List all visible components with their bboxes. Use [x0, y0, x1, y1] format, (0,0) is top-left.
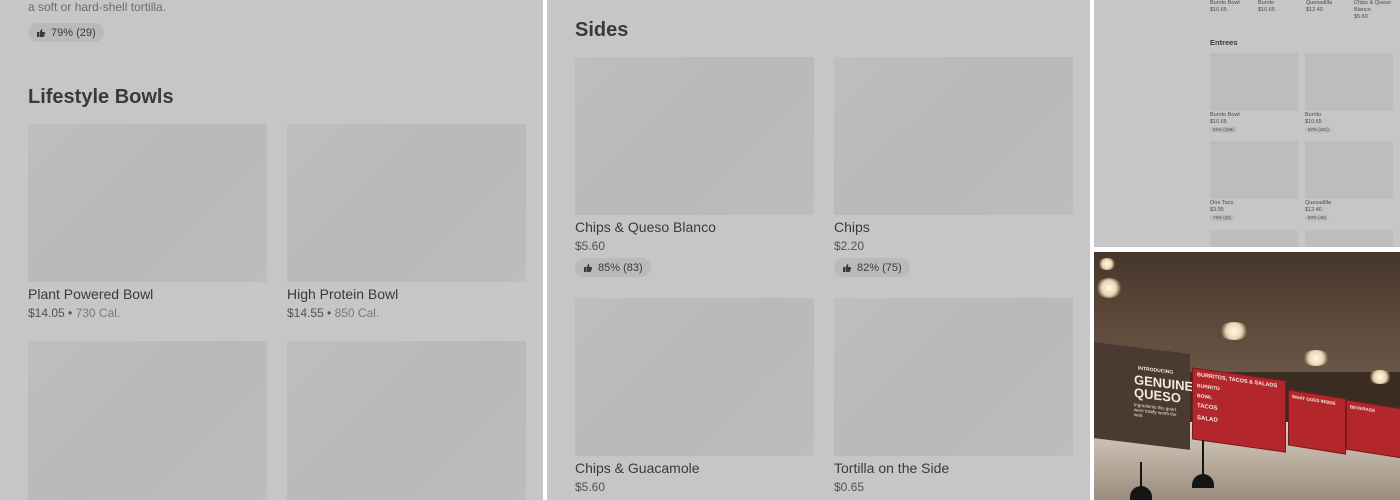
rating-text: 79% (29)	[51, 26, 96, 39]
mini-item-image[interactable]	[1210, 230, 1298, 247]
mini-item[interactable]: Burrito $10.65	[1258, 0, 1275, 14]
item-name[interactable]: Chips	[834, 219, 870, 235]
queso-sign: INTRODUCING GENUINE QUESO Ingredients th…	[1094, 342, 1193, 450]
thumbs-up-icon	[584, 263, 593, 272]
item-price: $0.65	[834, 480, 865, 494]
rating-text: 82% (75)	[857, 261, 902, 274]
section-title: Sides	[575, 19, 629, 41]
item-price: $2.20	[834, 239, 865, 253]
mini-item[interactable]: Burrito Bowl $10.65	[1210, 112, 1240, 126]
item-name[interactable]: Chips & Guacamole	[575, 460, 700, 476]
item-price: $14.55 • 850 Cal.	[287, 306, 380, 320]
mini-item-image[interactable]	[1210, 141, 1298, 199]
thumbs-up-icon	[37, 28, 46, 37]
mini-rating: 73% (22)	[1210, 215, 1235, 221]
item-price: $14.05 • 730 Cal.	[28, 306, 121, 320]
item-price: $5.60	[575, 480, 606, 494]
menu-board-inside: WHAT GOES INSIDE	[1288, 389, 1346, 455]
mini-section-title: Entrees	[1210, 38, 1238, 47]
mini-rating: 82% (169)	[1210, 127, 1237, 133]
item-price: $5.60	[575, 239, 606, 253]
restaurant-photo: INTRODUCING GENUINE QUESO Ingredients th…	[1094, 252, 1400, 500]
item-image[interactable]	[834, 57, 1073, 215]
menu-board-burritos: BURRITOS, TACOS & SALADS BURRITO BOWL TA…	[1192, 367, 1286, 453]
item-name[interactable]: Plant Powered Bowl	[28, 286, 153, 302]
mini-item[interactable]: Chips & Queso Blanco $5.60	[1354, 0, 1394, 21]
rating-badge: 79% (29)	[28, 23, 104, 42]
item-image[interactable]	[575, 57, 814, 215]
mini-item[interactable]: Quesadilla $12.40	[1305, 200, 1331, 214]
item-description: a soft or hard-shell tortilla.	[28, 0, 167, 14]
menu-panel-lifestyle: a soft or hard-shell tortilla. 79% (29) …	[0, 0, 543, 500]
rating-badge: 82% (75)	[834, 258, 910, 277]
pendant-cord	[1140, 462, 1142, 488]
menu-board-beverage: BEVERAGE	[1346, 399, 1400, 459]
item-image[interactable]	[28, 341, 267, 500]
menu-panel-sides: Sides Chips & Queso Blanco $5.60 85% (83…	[547, 0, 1090, 500]
item-image[interactable]	[834, 298, 1073, 456]
item-name[interactable]: Chips & Queso Blanco	[575, 219, 716, 235]
mini-item-image[interactable]	[1305, 230, 1393, 247]
mini-item-image[interactable]	[1210, 53, 1298, 111]
rating-badge: 85% (83)	[575, 258, 651, 277]
mini-rating: 83% (45)	[1305, 215, 1330, 221]
rating-text: 85% (83)	[598, 261, 643, 274]
mini-rating: 82% (161)	[1305, 127, 1332, 133]
ceiling-light-icon	[1302, 350, 1330, 366]
menu-panel-mini: Burrito Bowl $10.65 Burrito $10.65 Quesadi…	[1094, 0, 1400, 247]
pendant-cord	[1202, 440, 1204, 476]
mini-item[interactable]: Burrito Bowl $10.65	[1210, 0, 1240, 14]
ceiling-light-icon	[1098, 258, 1116, 270]
mini-item[interactable]: One Taco $3.95	[1210, 200, 1233, 214]
item-name[interactable]: Tortilla on the Side	[834, 460, 949, 476]
ceiling-light-icon	[1368, 370, 1392, 384]
mini-item-image[interactable]	[1305, 53, 1393, 111]
item-image[interactable]	[575, 298, 814, 456]
item-image[interactable]	[28, 124, 267, 282]
thumbs-up-icon	[843, 263, 852, 272]
item-name[interactable]: High Protein Bowl	[287, 286, 398, 302]
mini-item-image[interactable]	[1305, 141, 1393, 199]
item-image[interactable]	[287, 341, 526, 500]
mini-item[interactable]: Quesadilla $12.40	[1306, 0, 1332, 14]
ceiling-light-icon	[1096, 278, 1122, 298]
ceiling-light-icon	[1219, 322, 1249, 340]
section-title: Lifestyle Bowls	[28, 86, 174, 108]
item-image[interactable]	[287, 124, 526, 282]
mini-item[interactable]: Burrito $10.65	[1305, 112, 1322, 126]
